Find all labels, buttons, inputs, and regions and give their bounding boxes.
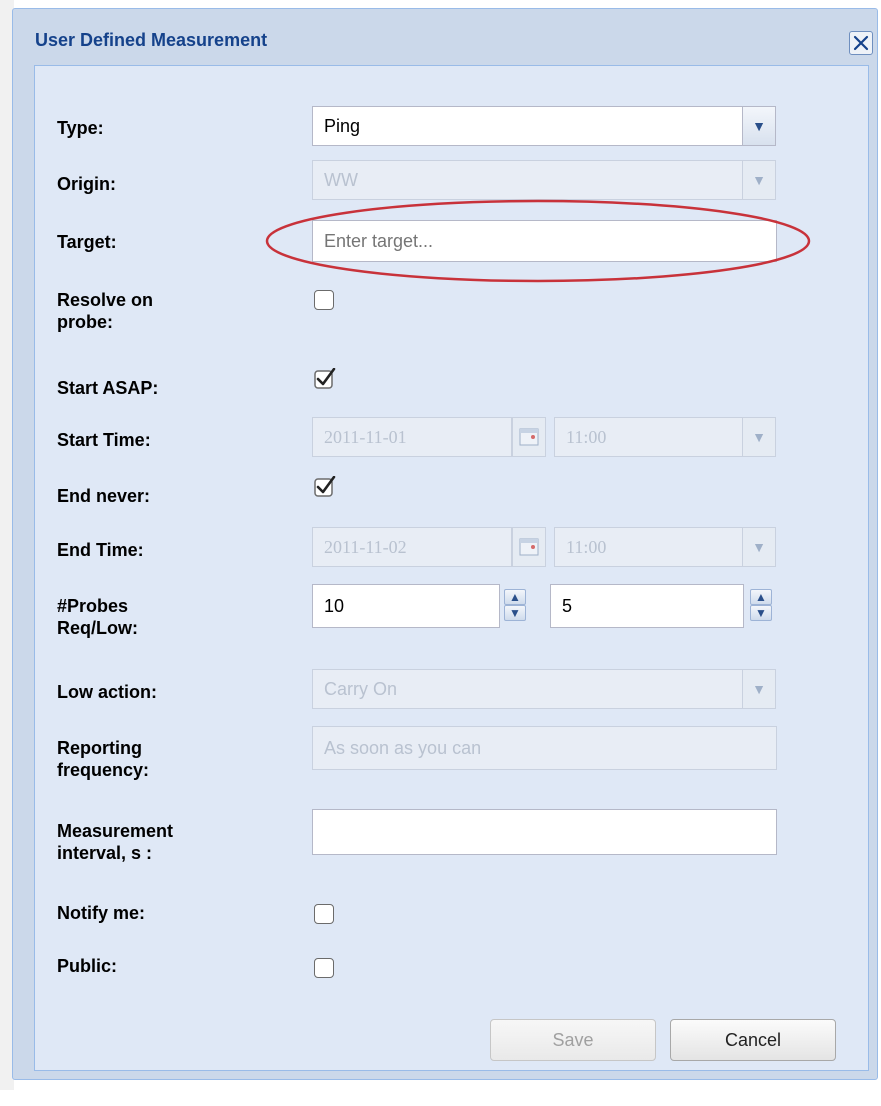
reporting-frequency-value: As soon as you can: [324, 737, 482, 758]
low-action-label: Low action:: [57, 682, 157, 702]
origin-label: Origin:: [57, 174, 116, 194]
start-date-picker-button[interactable]: [512, 417, 546, 457]
reporting-frequency-input[interactable]: As soon as you can: [312, 726, 777, 770]
probes-label-line2: Req/Low:: [57, 618, 138, 638]
chevron-down-icon: ▼: [752, 172, 766, 188]
type-dropdown-trigger[interactable]: ▼: [742, 106, 776, 146]
dialog-body: [34, 65, 869, 1071]
start-time-value: 11:00: [566, 426, 607, 447]
spin-down-icon[interactable]: ▼: [750, 605, 772, 621]
end-never-label: End never:: [57, 486, 151, 506]
end-time-label: End Time:: [57, 540, 144, 560]
low-action-value: Carry On: [324, 678, 398, 699]
interval-label-line2: interval, s :: [57, 843, 153, 863]
reporting-frequency-label: Reporting frequency:: [57, 737, 149, 781]
public-label: Public:: [57, 956, 118, 976]
spin-up-icon[interactable]: ▲: [504, 589, 526, 605]
end-date-value: 2011-11-02: [324, 536, 407, 557]
end-time-dropdown-trigger[interactable]: ▼: [742, 527, 776, 567]
probes-label: #Probes Req/Low:: [57, 595, 138, 639]
type-select[interactable]: Ping: [312, 106, 744, 146]
start-asap-label: Start ASAP:: [57, 378, 159, 398]
end-never-checkbox[interactable]: [314, 476, 336, 498]
resolve-on-probe-label: Resolve on probe:: [57, 289, 153, 333]
end-date-picker-button[interactable]: [512, 527, 546, 567]
origin-select[interactable]: WW: [312, 160, 744, 200]
start-asap-checkbox[interactable]: [314, 368, 336, 390]
chevron-down-icon: ▼: [752, 118, 766, 134]
notify-me-checkbox[interactable]: [314, 904, 334, 924]
resolve-on-probe-checkbox[interactable]: [314, 290, 334, 310]
low-action-dropdown-trigger[interactable]: ▼: [742, 669, 776, 709]
reporting-label-line2: frequency:: [57, 760, 150, 780]
public-checkbox[interactable]: [314, 958, 334, 978]
start-time-label: Start Time:: [57, 430, 151, 450]
spin-down-icon[interactable]: ▼: [504, 605, 526, 621]
low-action-select[interactable]: Carry On: [312, 669, 744, 709]
start-date-value: 2011-11-01: [324, 426, 407, 447]
end-time-value: 11:00: [566, 536, 607, 557]
type-label: Type:: [57, 118, 104, 138]
origin-value: WW: [324, 169, 358, 190]
save-button[interactable]: Save: [490, 1019, 656, 1061]
end-time-select[interactable]: 11:00: [554, 527, 744, 567]
end-date-input[interactable]: 2011-11-02: [312, 527, 512, 567]
reporting-label-line1: Reporting: [57, 738, 142, 758]
start-date-input[interactable]: 2011-11-01: [312, 417, 512, 457]
dialog-titlebar[interactable]: User Defined Measurement: [13, 9, 877, 65]
cancel-button[interactable]: Cancel: [670, 1019, 836, 1061]
calendar-icon: [519, 428, 539, 446]
measurement-interval-input[interactable]: [312, 809, 777, 855]
probes-requested-stepper[interactable]: ▲ ▼: [503, 586, 527, 624]
resolve-label-line1: Resolve on: [57, 290, 154, 310]
type-value: Ping: [324, 115, 361, 136]
probes-requested-value: 10: [324, 595, 345, 616]
notify-me-label: Notify me:: [57, 903, 146, 923]
chevron-down-icon: ▼: [752, 429, 766, 445]
dialog-title: User Defined Measurement: [35, 30, 268, 50]
interval-label-line1: Measurement: [57, 821, 174, 841]
target-input[interactable]: [312, 220, 777, 262]
calendar-icon: [519, 538, 539, 556]
chevron-down-icon: ▼: [752, 681, 766, 697]
probes-low-input[interactable]: 5: [550, 584, 744, 628]
start-time-dropdown-trigger[interactable]: ▼: [742, 417, 776, 457]
close-icon: [853, 35, 869, 51]
probes-low-value: 5: [562, 595, 573, 616]
resolve-label-line2: probe:: [57, 312, 113, 332]
start-time-select[interactable]: 11:00: [554, 417, 744, 457]
probes-label-line1: #Probes: [57, 596, 129, 616]
close-button[interactable]: [849, 31, 873, 55]
chevron-down-icon: ▼: [752, 539, 766, 555]
probes-requested-input[interactable]: 10: [312, 584, 500, 628]
probes-low-stepper[interactable]: ▲ ▼: [749, 586, 773, 624]
origin-dropdown-trigger[interactable]: ▼: [742, 160, 776, 200]
measurement-interval-label: Measurement interval, s :: [57, 820, 173, 864]
target-label: Target:: [57, 232, 117, 252]
spin-up-icon[interactable]: ▲: [750, 589, 772, 605]
